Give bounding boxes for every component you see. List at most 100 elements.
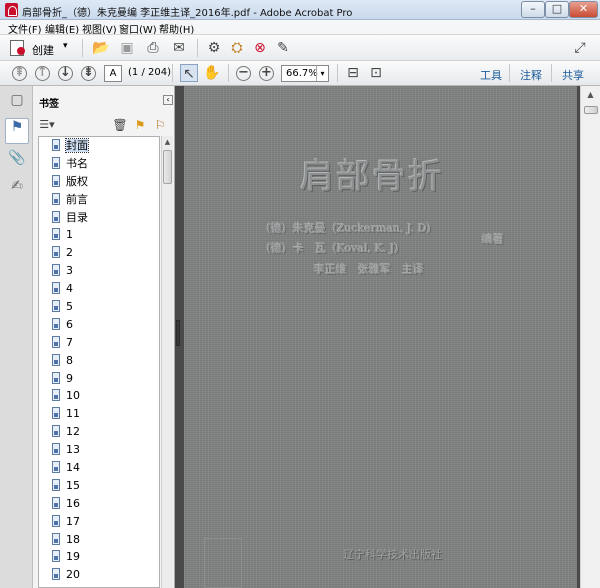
bookmark-item[interactable]: 11 xyxy=(39,405,159,423)
zoom-select[interactable]: 66.7% ▾ xyxy=(281,65,329,82)
bookmark-label: 3 xyxy=(66,264,73,278)
bookmark-icon xyxy=(52,496,60,509)
print-icon[interactable]: ⎙ xyxy=(144,39,162,57)
bookmark-item[interactable]: 16 xyxy=(39,495,159,513)
bookmark-icon xyxy=(52,389,60,402)
share-link[interactable]: 共享 xyxy=(562,67,584,83)
sign-document-icon[interactable]: ✎ xyxy=(274,39,292,57)
tools-link[interactable]: 工具 xyxy=(480,67,502,83)
attachments-icon[interactable]: 📎 xyxy=(8,150,26,170)
hand-icon[interactable]: ✋ xyxy=(203,64,221,82)
bookmark-item[interactable]: 10 xyxy=(39,387,159,405)
first-page-icon[interactable]: ⇞ xyxy=(12,66,27,81)
bookmark-scrollbar[interactable]: ▲ xyxy=(161,136,173,588)
bookmark-item[interactable]: 前言 xyxy=(39,191,159,209)
bookmark-icon xyxy=(52,156,60,169)
document-scrollbar[interactable]: ▲ xyxy=(580,86,600,588)
page-count: (1 / 204) xyxy=(128,67,171,78)
page-settings-icon[interactable]: ⛭ xyxy=(228,39,246,57)
document-view[interactable]: 肩部骨折 （德）朱克曼（Zuckerman, J. D） （德）卡 瓦（Kova… xyxy=(175,86,580,588)
toolbar-separator xyxy=(197,39,198,57)
scroll-up-icon[interactable]: ▲ xyxy=(584,90,597,102)
select-arrow-icon[interactable]: ↖ xyxy=(180,64,198,82)
bookmark-icon xyxy=(52,282,60,295)
panel-resize-handle[interactable] xyxy=(176,320,180,346)
bookmark-label: 8 xyxy=(66,353,73,367)
bookmark-item[interactable]: 18 xyxy=(39,531,159,549)
close-button[interactable]: ✕ xyxy=(569,1,598,18)
page-number-input[interactable]: A xyxy=(104,65,122,82)
scroll-up-icon[interactable]: ▲ xyxy=(162,136,173,148)
bookmark-item[interactable]: 7 xyxy=(39,334,159,352)
bookmark-item[interactable]: 9 xyxy=(39,370,159,388)
bookmarks-title: 书签 xyxy=(39,99,59,110)
full-screen-icon[interactable]: ⤢ xyxy=(571,39,589,57)
signatures-icon[interactable]: ✍ xyxy=(8,178,26,198)
bookmark-label: 5 xyxy=(66,300,73,314)
fit-page-icon[interactable]: ⊟ xyxy=(344,64,362,82)
bookmark-label: 16 xyxy=(66,496,80,510)
bookmark-item[interactable]: 书名 xyxy=(39,155,159,173)
scroll-thumb[interactable] xyxy=(584,106,598,114)
comment-link[interactable]: 注释 xyxy=(520,67,542,83)
bookmark-label: 6 xyxy=(66,317,73,331)
bookmark-icon xyxy=(52,478,60,491)
bookmark-label: 前言 xyxy=(66,192,88,206)
folder-open-icon[interactable]: 📂 xyxy=(92,39,110,57)
window-title: 肩部骨折_（德）朱克曼编 李正维主译_2016年.pdf - Adobe Acr… xyxy=(22,8,353,19)
publisher: 辽宁科学技术出版社 xyxy=(343,548,442,561)
bookmark-label: 18 xyxy=(66,532,80,546)
next-page-icon[interactable]: ↓ xyxy=(58,66,73,81)
bookmark-label: 4 xyxy=(66,282,73,296)
bookmark-item[interactable]: 4 xyxy=(39,280,159,298)
bookmark-item[interactable]: 19 xyxy=(39,548,159,566)
secure-document-icon[interactable]: ⊗ xyxy=(251,39,269,57)
create-button[interactable]: 创建 ▾ xyxy=(8,39,72,57)
bookmark-item[interactable]: 15 xyxy=(39,477,159,495)
bookmark-icon xyxy=(52,210,60,223)
zoom-value: 66.7% xyxy=(286,68,318,79)
last-page-icon[interactable]: ⇟ xyxy=(81,66,96,81)
bookmark-item[interactable]: 2 xyxy=(39,244,159,262)
bookmark-item[interactable]: 8 xyxy=(39,352,159,370)
bookmarks-toolbar: ☰▾ 🗑 ⚑ ⚐ xyxy=(33,114,175,136)
bookmark-item[interactable]: 20 xyxy=(39,566,159,584)
bookmark-item[interactable]: 封面 xyxy=(39,137,159,155)
previous-page-icon[interactable]: ↑ xyxy=(35,66,50,81)
bookmark-item[interactable]: 17 xyxy=(39,513,159,531)
bookmark-label: 封面 xyxy=(65,138,89,153)
minimize-button[interactable]: – xyxy=(521,1,545,18)
scroll-thumb[interactable] xyxy=(163,150,172,184)
new-bookmark-icon[interactable]: ⚑ xyxy=(131,116,149,134)
bookmark-label: 7 xyxy=(66,335,73,349)
bookmarks-icon[interactable]: ⚑ xyxy=(5,118,29,144)
bookmark-item[interactable]: 5 xyxy=(39,298,159,316)
options-menu-icon[interactable]: ☰▾ xyxy=(38,116,56,134)
chevron-down-icon[interactable]: ▾ xyxy=(316,66,328,81)
delete-icon[interactable]: 🗑 xyxy=(111,116,129,134)
bookmark-item[interactable]: 版权 xyxy=(39,173,159,191)
zoom-in-icon[interactable]: + xyxy=(259,66,274,81)
bookmark-item[interactable]: 3 xyxy=(39,262,159,280)
maximize-button[interactable]: □ xyxy=(545,1,569,18)
bookmark-item[interactable]: 14 xyxy=(39,459,159,477)
fit-width-icon[interactable]: ⊡ xyxy=(367,64,385,82)
bookmark-item[interactable]: 13 xyxy=(39,441,159,459)
bookmark-item[interactable]: 1 xyxy=(39,226,159,244)
bookmark-item[interactable]: 12 xyxy=(39,423,159,441)
gear-icon[interactable]: ⚙ xyxy=(205,39,223,57)
bookmark-icon xyxy=(52,246,60,259)
toolbar-separator xyxy=(172,64,173,82)
expand-bookmark-icon[interactable]: ⚐ xyxy=(151,116,169,134)
bookmark-label: 9 xyxy=(66,371,73,385)
page-thumbnails-icon[interactable]: ▢ xyxy=(8,92,26,112)
email-icon[interactable]: ✉ xyxy=(170,39,188,57)
close-panel-icon[interactable]: ‹ xyxy=(163,95,173,105)
bookmark-item[interactable]: 目录 xyxy=(39,209,159,227)
navigation-toolbar: ⇞ ↑ ↓ ⇟ A (1 / 204) ↖ ✋ − + 66.7% ▾ ⊟ ⊡ … xyxy=(0,61,600,86)
save-icon[interactable]: ▣ xyxy=(118,39,136,57)
zoom-out-icon[interactable]: − xyxy=(236,66,251,81)
create-pdf-icon xyxy=(10,40,25,56)
create-label: 创建 xyxy=(32,44,54,57)
bookmark-item[interactable]: 6 xyxy=(39,316,159,334)
